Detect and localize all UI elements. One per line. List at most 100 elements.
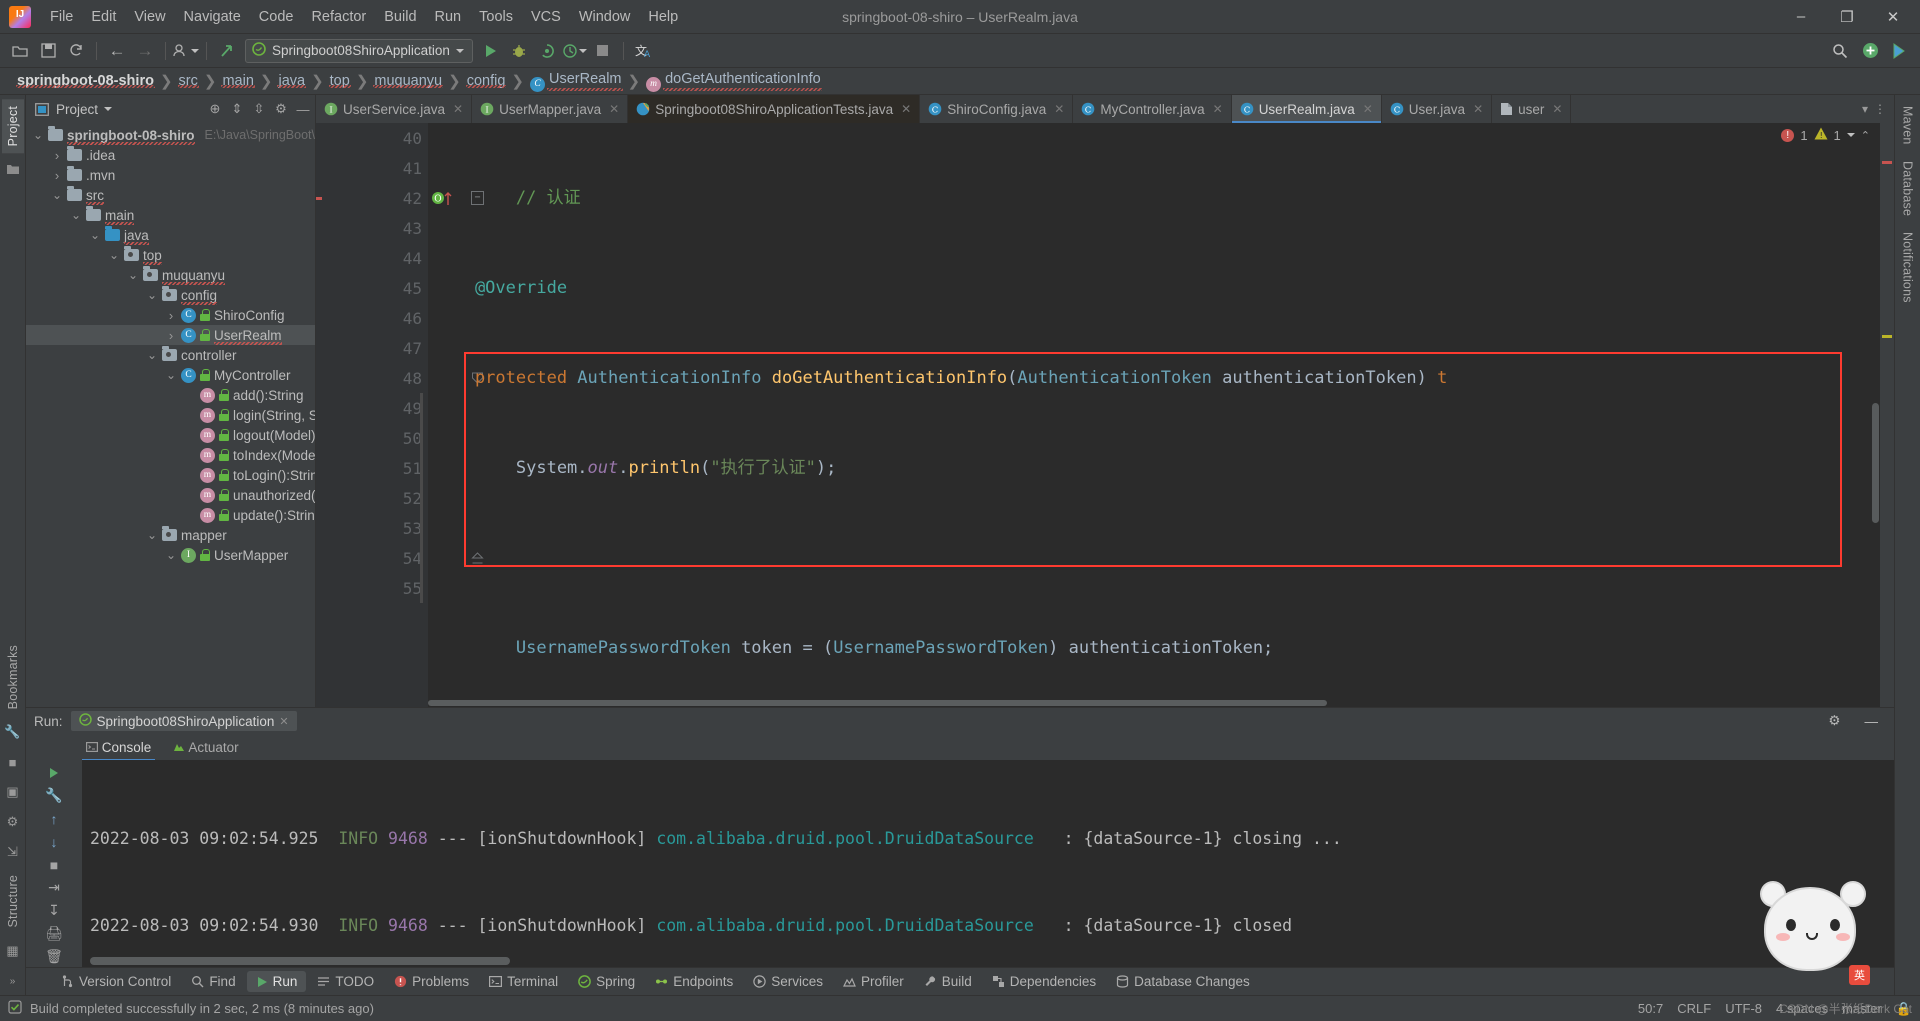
stripe-tab-structure[interactable]: Structure [2,868,24,935]
line-separator[interactable]: CRLF [1677,1001,1711,1016]
breadcrumb-item-project[interactable]: springboot-08-shiro [12,73,159,89]
editor-tab-springboot08shiroapplicationtests-java[interactable]: Springboot08ShiroApplicationTests.java ✕ [628,95,921,123]
settings-tool-icon[interactable]: ⚙ [4,813,22,831]
file-encoding[interactable]: UTF-8 [1725,1001,1762,1016]
gutter-line[interactable]: 46 [316,303,428,333]
breadcrumb-item-top[interactable]: top [325,73,355,89]
tool-window-button-database-changes[interactable]: Database Changes [1107,971,1259,992]
run-button[interactable] [478,38,504,64]
menu-view[interactable]: View [125,6,174,28]
menu-window[interactable]: Window [570,6,640,28]
minimize-button[interactable]: – [1778,0,1824,33]
menu-help[interactable]: Help [639,6,687,28]
stripe-tab-notifications[interactable]: Notifications [1897,225,1919,310]
profiler-button[interactable] [562,38,588,64]
close-icon[interactable]: ✕ [1054,102,1064,116]
editor-tab-user-java[interactable]: C User.java ✕ [1382,95,1493,123]
update-project-icon[interactable] [214,38,240,64]
prev-occurrence-icon[interactable]: ↑ [42,808,66,829]
inspection-chevron-icon[interactable] [1846,133,1855,137]
tree-node[interactable]: ⌄ java [26,225,315,245]
tree-node[interactable]: ⌄ src [26,185,315,205]
grid-icon[interactable]: ▦ [4,942,22,960]
profile-icon[interactable] [173,38,199,64]
menu-vcs[interactable]: VCS [522,6,570,28]
tree-node[interactable]: m login(String, Stri [26,405,315,425]
scroll-to-end-icon[interactable]: ↧ [42,900,66,921]
menu-navigate[interactable]: Navigate [175,6,250,28]
breadcrumb-item-userrealm[interactable]: C UserRealm [525,71,627,92]
editor-horizontal-scrollbar[interactable] [428,699,1878,707]
collapse-all-icon[interactable]: ⇳ [251,101,267,117]
gutter-line[interactable]: 41 [316,153,428,183]
menu-run[interactable]: Run [426,6,471,28]
editor-viewport[interactable]: 40 41 42 O − 43 44 45 46 47 48 49 50 51 52 53 54 55 // 认证… [316,123,1894,707]
editor-tab-userrealm-java[interactable]: C UserRealm.java ✕ [1231,95,1382,123]
print-icon[interactable]: 🖨 [42,923,66,944]
stripe-tab-project[interactable]: Project [1,99,24,154]
stop-tool-icon[interactable]: ■ [4,753,22,771]
gutter-line[interactable]: 49 [316,393,428,423]
forward-icon[interactable]: → [132,38,158,64]
chevron-down-icon[interactable]: ⌄ [165,368,177,382]
editor-code[interactable]: // 认证 @Override protected Authentication… [428,123,1894,707]
gutter-line[interactable]: 51 [316,453,428,483]
gutter-line[interactable]: 43 [316,213,428,243]
build-tool-icon[interactable]: 🔧 [4,723,22,741]
close-icon[interactable]: ✕ [609,102,619,116]
close-icon[interactable]: ✕ [901,102,911,116]
gutter-line[interactable]: 52 [316,483,428,513]
breadcrumb-item-java[interactable]: java [273,73,310,89]
chevron-down-icon[interactable]: ⌄ [146,288,158,302]
tree-node[interactable]: ⌄ muquanyu [26,265,315,285]
wrench-icon[interactable]: 🔧 [42,785,66,806]
chevron-down-icon[interactable]: ⌄ [165,548,177,562]
chevron-down-icon[interactable]: ⌄ [70,208,82,222]
editor-tab-userservice-java[interactable]: I UserService.java ✕ [316,95,473,123]
maximize-button[interactable]: ❐ [1824,0,1870,33]
tree-node[interactable]: ⌄ mapper [26,525,315,545]
gutter-line[interactable]: 42 O − [316,183,484,213]
tab-console[interactable]: Console [82,738,156,761]
menu-tools[interactable]: Tools [470,6,522,28]
close-icon[interactable]: ✕ [279,715,288,728]
stop-icon[interactable]: ■ [42,854,66,875]
run-configuration-selector[interactable]: Springboot08ShiroApplication [245,38,473,63]
stop-button[interactable] [590,38,616,64]
editor-vertical-scrollbar[interactable] [1872,403,1879,523]
breadcrumb-item-muquanyu[interactable]: muquanyu [369,73,447,89]
gutter-line[interactable]: 53 [316,513,428,543]
chevron-down-icon[interactable]: ⌄ [51,188,63,202]
error-stripe[interactable] [1880,123,1894,707]
console-horizontal-scrollbar[interactable] [90,957,510,965]
menu-refactor[interactable]: Refactor [302,6,375,28]
next-occurrence-icon[interactable]: ↓ [42,831,66,852]
inspection-collapse-icon[interactable]: ⌃ [1861,129,1870,142]
tree-node[interactable]: › .mvn [26,165,315,185]
editor-tab-usermapper-java[interactable]: I UserMapper.java ✕ [472,95,629,123]
tree-node[interactable]: ⌄ springboot-08-shiro E:\Java\SpringBoot\s… [26,125,315,145]
chevron-right-icon[interactable]: › [165,308,177,323]
clear-all-icon[interactable]: 🗑 [42,946,66,967]
rerun-icon[interactable] [42,762,66,783]
save-all-icon[interactable] [35,38,61,64]
tree-node[interactable]: m toLogin():String [26,465,315,485]
tree-node[interactable]: ⌄ I UserMapper [26,545,315,565]
tool-window-button-version-control[interactable]: Version Control [52,971,180,992]
gutter-line[interactable]: 47 [316,333,428,363]
close-icon[interactable]: ✕ [1363,102,1373,116]
breadcrumb-item-src[interactable]: src [174,73,203,89]
tree-node[interactable]: ⌄ controller [26,345,315,365]
breadcrumb-item-main[interactable]: main [217,73,258,89]
expand-all-icon[interactable]: ⇕ [229,101,245,117]
chevron-down-icon[interactable]: ⌄ [146,528,158,542]
stripe-tab-database[interactable]: Database [1897,154,1919,223]
editor-tab-bar[interactable]: I UserService.java ✕ I UserMapper.java ✕ Sprin… [316,95,1894,123]
tree-node[interactable]: m unauthorized():S [26,485,315,505]
camera-icon[interactable]: ▣ [4,783,22,801]
chevron-down-icon[interactable]: ⌄ [127,268,139,282]
tree-node[interactable]: m logout(Model):S [26,425,315,445]
gutter-line[interactable]: 55 [316,573,428,603]
open-project-icon[interactable] [7,38,33,64]
chevron-right-icon[interactable]: › [51,148,63,163]
